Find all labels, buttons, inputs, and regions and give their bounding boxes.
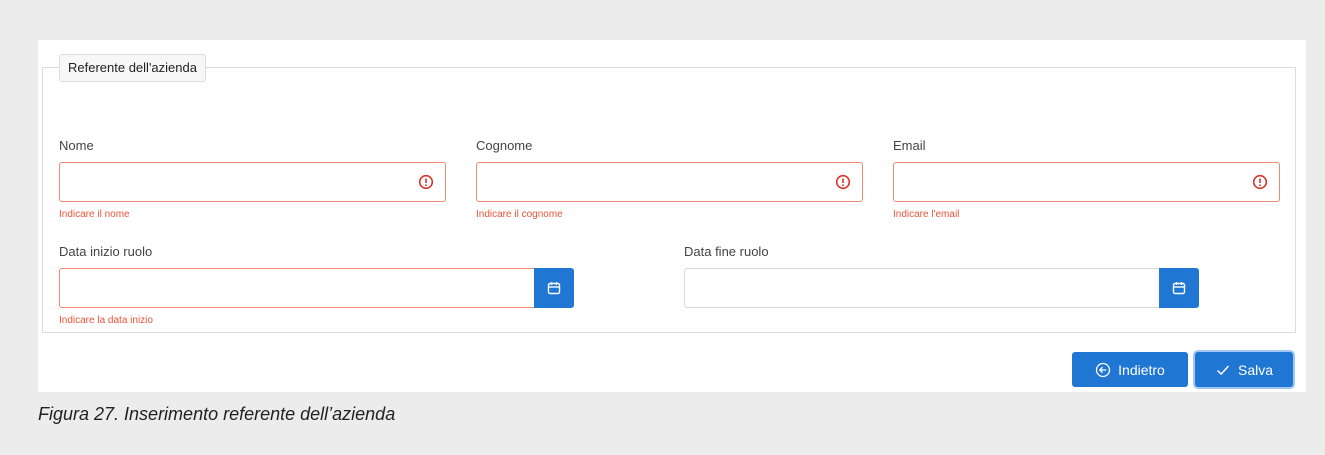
cognome-input[interactable] [476,162,863,202]
nome-error-icon [418,174,434,190]
nome-error-message: Indicare il nome [59,209,130,220]
email-label: Email [893,138,926,153]
data-fine-label: Data fine ruolo [684,244,769,259]
nome-input[interactable] [59,162,446,202]
cognome-error-message: Indicare il cognome [476,209,563,220]
cognome-label: Cognome [476,138,533,153]
cognome-error-icon [835,174,851,190]
referente-fieldset: Referente dell'azienda Nome Indicare il … [42,54,1296,333]
fieldset-legend: Referente dell'azienda [59,54,206,82]
form-panel: Referente dell'azienda Nome Indicare il … [38,40,1306,392]
data-inizio-label: Data inizio ruolo [59,244,153,259]
back-button-label: Indietro [1118,361,1165,378]
back-button[interactable]: Indietro [1072,352,1188,387]
data-inizio-input[interactable] [59,268,535,308]
data-fine-input[interactable] [684,268,1160,308]
email-input[interactable] [893,162,1280,202]
data-fine-calendar-button[interactable] [1159,268,1199,308]
data-inizio-error-message: Indicare la data inizio [59,315,153,326]
email-error-message: Indicare l'email [893,209,960,220]
nome-label: Nome [59,138,94,153]
save-button[interactable]: Salva [1195,352,1293,387]
calendar-icon [547,282,561,295]
calendar-icon [1172,282,1186,295]
arrow-left-circle-icon [1095,362,1111,377]
figure-caption: Figura 27. Inserimento referente dell’az… [38,404,396,424]
email-error-icon [1252,174,1268,190]
check-icon [1216,364,1230,375]
save-button-label: Salva [1237,361,1274,378]
data-inizio-calendar-button[interactable] [534,268,574,308]
